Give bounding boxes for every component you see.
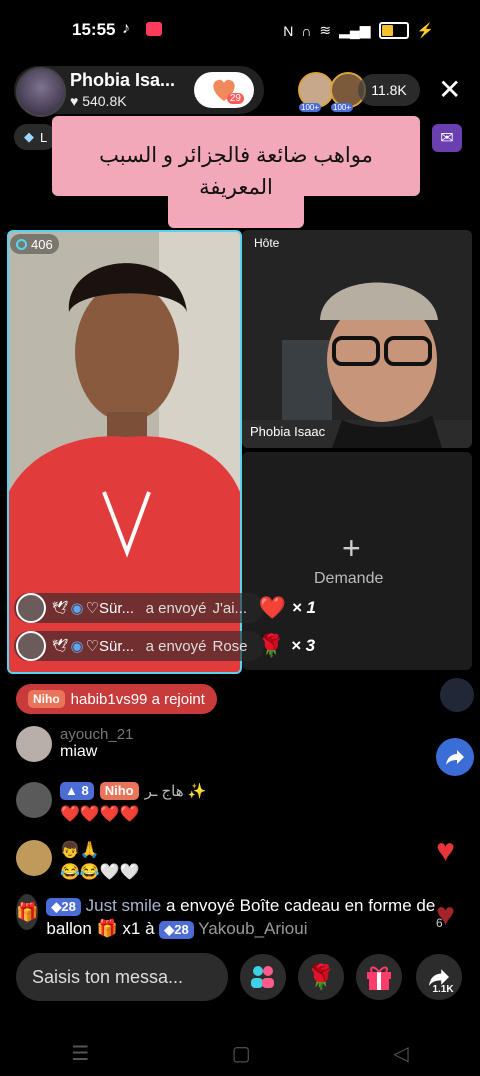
gifter-avatar [16,593,46,623]
faded-share-icon [440,678,474,712]
ranking-pill[interactable]: ◆ L [14,124,58,150]
badge-icon: ◉ [70,638,84,655]
gift-action: a envoyé [145,599,207,617]
gifter-name: ♡Sür... [85,600,135,617]
gift-qty: × 1 [291,598,317,617]
gift-chat-message[interactable]: 🎁 ◆28 Just smile a envoyé Boîte cadeau e… [16,894,436,940]
level-badge: ◆28 [46,898,81,916]
close-icon[interactable]: ✕ [438,76,461,104]
diamond-icon: ◆ [24,129,34,144]
host-video [242,230,472,448]
gift-icon: 🎁 [16,894,39,930]
gift-button[interactable] [356,954,402,1000]
record-icon [146,22,162,36]
share-arrow-icon [446,750,464,765]
people-icon [251,966,274,988]
coin-icon [16,238,27,250]
gift-notification[interactable]: 🕊 ◉ ♡Sür... a envoyé Rose 🌹 × 3 [16,630,315,662]
chat-avatar[interactable] [16,782,52,818]
heart-gift-icon: ❤️ [258,595,286,620]
rose-gift-button[interactable]: 🌹 [298,954,344,1000]
battery-icon [378,22,409,39]
join-text: habib1vs99 a rejoint [70,690,205,708]
guest-score: 406 [10,234,59,254]
dove-icon: 🕊 [52,600,69,615]
chat-text: miaw [60,743,98,760]
rose-icon: 🌹 [257,633,285,658]
level-badge: ◆28 [159,921,194,939]
menu-icon[interactable]: ☰ [71,1041,89,1066]
gifter-avatar [16,631,46,661]
floating-heart-icon: ♥ [436,832,455,868]
level-badge: ▲ 8 [60,782,94,800]
recipient-name: Yakoub_Arioui [198,919,308,938]
chat-avatar[interactable] [16,726,52,762]
badge-icon: ◉ [70,600,84,617]
viewer-count[interactable]: 11.8K [358,74,420,106]
chat-text: ❤️❤️❤️❤️ [60,806,140,823]
gift-action: a envoyé [145,637,207,655]
back-icon[interactable]: ◁ [393,1041,408,1066]
chat-message[interactable]: 👦🙏 😂😂🤍🤍 [16,840,140,882]
host-video-tile[interactable] [242,230,472,448]
host-role-label: Hôte [254,236,280,250]
chat-username: 👦🙏 [60,842,100,859]
side-count: 6 [436,916,443,930]
chat-username: هاج ـر ✨ [144,783,207,800]
nfc-icon: N [283,22,294,39]
home-icon[interactable]: ▢ [232,1041,251,1066]
follow-heart-button[interactable]: 29 [194,72,254,108]
headphones-icon: ∩ [301,22,312,39]
chat-username: ayouch_21 [60,726,134,743]
gift-notification[interactable]: 🕊 ◉ ♡Sür... a envoyé J'ai... ❤️ × 1 [16,592,316,624]
info-pill-row: ◆ L [14,124,58,152]
host-avatar[interactable] [16,67,66,117]
heart-badge: 29 [226,93,244,104]
caption-text: مواهب ضائعة فالجزائر و السبب المعريفة [99,144,373,199]
gift-box-icon [367,966,391,990]
host-likes-count: 540.8K [82,93,127,109]
request-label[interactable]: Demande [314,570,383,588]
gift-name: Rose [212,637,248,655]
charging-icon: ⚡ [416,22,434,38]
guests-button[interactable] [240,954,286,1000]
share-icon[interactable] [436,738,474,776]
dove-icon: 🕊 [52,638,69,653]
chat-message[interactable]: ▲ 8 Niho هاج ـر ✨ ❤️❤️❤️❤️ [16,782,206,824]
system-nav-bar: ☰ ▢ ◁ [0,1030,480,1076]
host-tile-name: Phobia Isaac [250,424,326,439]
chat-text: 😂😂🤍🤍 [60,864,140,881]
top-viewers[interactable]: 100+ 100+ [298,72,366,112]
gift-name: J'ai... [212,599,248,617]
join-notification: Niho habib1vs99 a rejoint [16,684,217,714]
chat-avatar[interactable] [16,840,52,876]
host-name[interactable]: Phobia Isa... [70,70,175,91]
gifter-name: Just smile [85,896,162,915]
status-bar: 15:55 ♪ N ∩ ≋ ▂▄▆ ⚡ [0,0,480,60]
signal-icon: ▂▄▆ [339,22,371,38]
host-likes: ♥ 540.8K [70,93,127,109]
status-icons: N ∩ ≋ ▂▄▆ ⚡ [283,22,434,39]
tiktok-icon: ♪ [122,20,130,37]
gifter-name: ♡Sür... [85,638,135,655]
chat-message[interactable]: ayouch_21 miaw [16,726,133,762]
gift-qty: × 3 [290,636,316,655]
fan-tag: Niho [99,782,139,800]
share-count: 1.1K [432,984,454,995]
plus-icon[interactable]: + [342,530,361,567]
gift-box-icon[interactable]: ✉ [432,124,462,152]
fan-tag: Niho [28,690,65,708]
clock: 15:55 [72,20,116,39]
message-input[interactable]: Saisis ton messa... [16,953,228,1001]
viewer-avatar[interactable]: 100+ [298,72,334,112]
wifi-icon: ≋ [319,22,332,38]
